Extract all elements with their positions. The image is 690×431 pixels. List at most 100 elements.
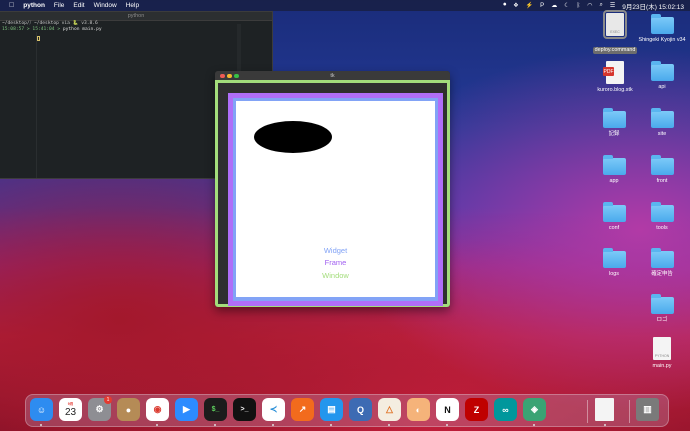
dock-terminal-icon[interactable]: >_ (233, 398, 256, 421)
cloud-icon[interactable]: ☁ (551, 2, 557, 9)
desktop-icon-main-py[interactable]: PYTHON main.py (637, 337, 687, 370)
bluetooth-icon[interactable]: ᛒ (577, 3, 581, 9)
desktop-icon-logo[interactable]: ロゴ (637, 294, 687, 324)
dock-vscode-icon[interactable]: ≺ (262, 398, 285, 421)
widget-label: Widget (323, 246, 348, 255)
desktop-icon-kiroku[interactable]: 記録 (589, 108, 639, 138)
dock-preview-icon[interactable]: ◐ (407, 398, 430, 421)
folder-icon (650, 294, 674, 314)
desktop-icon-tools[interactable]: tools (637, 202, 687, 232)
desktop-icon-label: Shingeki Kyojin v34 (638, 37, 686, 43)
desktop-icon-label: tools (656, 225, 668, 231)
search-icon[interactable]: ⌕ (599, 2, 602, 9)
folder-icon (602, 108, 626, 128)
desktop-icon-app[interactable]: app (589, 155, 639, 185)
control-center-icon[interactable]: ☰ (610, 2, 615, 9)
dock-quicktime-icon[interactable]: Q (349, 398, 372, 421)
status-area: ⏺ ❖ ⚡ P ☁ ☾ ᛒ ◠ ⌕ ☰ 9月23日(木) 15:02:13 (503, 0, 684, 11)
apple-menu-icon[interactable]:  (9, 2, 14, 9)
menubar-clock[interactable]: 9月23日(木) 15:02:13 (622, 1, 684, 11)
folder-icon (650, 61, 674, 81)
wifi-icon[interactable]: ◠ (587, 2, 592, 9)
folder-icon (602, 202, 626, 222)
pdf-document-icon: PDF (603, 61, 624, 84)
tk-title[interactable]: tk (215, 71, 450, 80)
desktop-icon-api[interactable]: api (637, 61, 687, 91)
running-indicator (156, 424, 158, 426)
desktop-icon-conf[interactable]: conf (589, 202, 639, 232)
running-indicator (446, 424, 448, 426)
desktop-icon-label: main.py (652, 363, 672, 369)
desktop-icon-label: app (609, 178, 619, 184)
dock-notion-icon[interactable]: N (436, 398, 459, 421)
minimize-button[interactable] (227, 73, 232, 78)
menu-window[interactable]: Window (94, 2, 117, 9)
canvas[interactable] (236, 101, 435, 297)
close-button[interactable] (220, 73, 225, 78)
desktop-icon-label: 確定申告 (651, 271, 673, 277)
dock-chrome-icon[interactable]: ◉ (146, 398, 169, 421)
maximize-button[interactable] (234, 73, 239, 78)
folder-icon (650, 248, 674, 268)
running-indicator (330, 424, 332, 426)
running-indicator (604, 424, 606, 426)
dropbox-icon[interactable]: ❖ (513, 2, 518, 9)
dock-sourcetree-icon[interactable]: △ (378, 398, 401, 421)
desktop-icon-logs[interactable]: logs (589, 248, 639, 278)
dock-activity-icon[interactable]: ↗ (291, 398, 314, 421)
menu-file[interactable]: File (54, 2, 64, 9)
dock-green-app-icon[interactable]: ◈ (523, 398, 546, 421)
terminal-command: python main.py (62, 27, 102, 32)
screen-record-icon[interactable]: ⏺ (503, 2, 506, 9)
running-indicator (388, 424, 390, 426)
desktop-icon-label: site (657, 131, 667, 137)
terminal-line-command: 15:08:57 > 15:41:04 > python main.py (0, 27, 272, 33)
desktop-icon-label: front (656, 178, 668, 184)
desktop-icon-label: kuroro.blog.stk (597, 87, 633, 93)
running-indicator (40, 424, 42, 426)
running-indicator (272, 424, 274, 426)
running-indicator (214, 424, 216, 426)
menu-edit[interactable]: Edit (73, 2, 84, 9)
desktop-icon-label: logs (609, 271, 619, 277)
dock-calendar-icon[interactable]: 9月 23 (59, 398, 82, 421)
folder-icon (650, 108, 674, 128)
frame-label: Frame (324, 258, 347, 267)
dock-document-icon[interactable] (595, 398, 614, 421)
pdf-badge: PDF (603, 67, 614, 76)
desktop-icon-kakutei[interactable]: 確定申告 (637, 248, 687, 278)
desktop-icon-label: conf (608, 225, 620, 231)
desktop-icon-kuroro[interactable]: PDF kuroro.blog.stk (590, 61, 640, 94)
dock-docker-icon[interactable]: ▤ (320, 398, 343, 421)
terminal-prompt: 15:08:57 > 15:41:04 > (2, 27, 61, 32)
dock-iterm-icon[interactable]: $_ (204, 398, 227, 421)
tk-window[interactable]: tk Widget Frame Window (215, 71, 450, 307)
dock-contacts-icon[interactable]: ● (117, 398, 140, 421)
thunder-icon[interactable]: ⚡ (526, 2, 533, 9)
folder-icon (650, 155, 674, 175)
terminal-title[interactable]: python (0, 12, 272, 21)
moon-icon[interactable]: ☾ (564, 2, 569, 9)
folder-icon (602, 248, 626, 268)
parking-icon[interactable]: P (540, 3, 544, 9)
folder-icon (650, 14, 674, 34)
dock-zoom-icon[interactable]: ▶ (175, 398, 198, 421)
desktop-icon-front[interactable]: front (637, 155, 687, 185)
desktop-icon-deploy-command[interactable]: EXEC deploy.command (590, 10, 640, 55)
menu-help[interactable]: Help (126, 2, 139, 9)
dock-separator (629, 400, 630, 423)
black-oval (254, 121, 332, 153)
window-label: Window (322, 271, 349, 280)
terminal-pane-divider (36, 32, 37, 178)
dock-finder-icon[interactable]: ☺ (30, 398, 53, 421)
menu-app-python[interactable]: python (23, 2, 45, 9)
dock-arduino-icon[interactable]: ∞ (494, 398, 517, 421)
desktop-icon-label: ロゴ (656, 317, 668, 323)
desktop-icon-shingeki[interactable]: Shingeki Kyojin v34 (637, 14, 687, 44)
dock-trash-icon[interactable]: ▥ (636, 398, 659, 421)
dock-filezilla-icon[interactable]: Z (465, 398, 488, 421)
desktop-icon-label: 記録 (608, 131, 620, 137)
dock: ☺ 9月 23 ⚙ 1 ● ◉ ▶ $_ >_ ≺ ↗ ▤ Q △ ◐ N Z … (25, 394, 669, 427)
menu-bar:  python File Edit Window Help ⏺ ❖ ⚡ P ☁… (0, 0, 690, 11)
desktop-icon-site[interactable]: site (637, 108, 687, 138)
